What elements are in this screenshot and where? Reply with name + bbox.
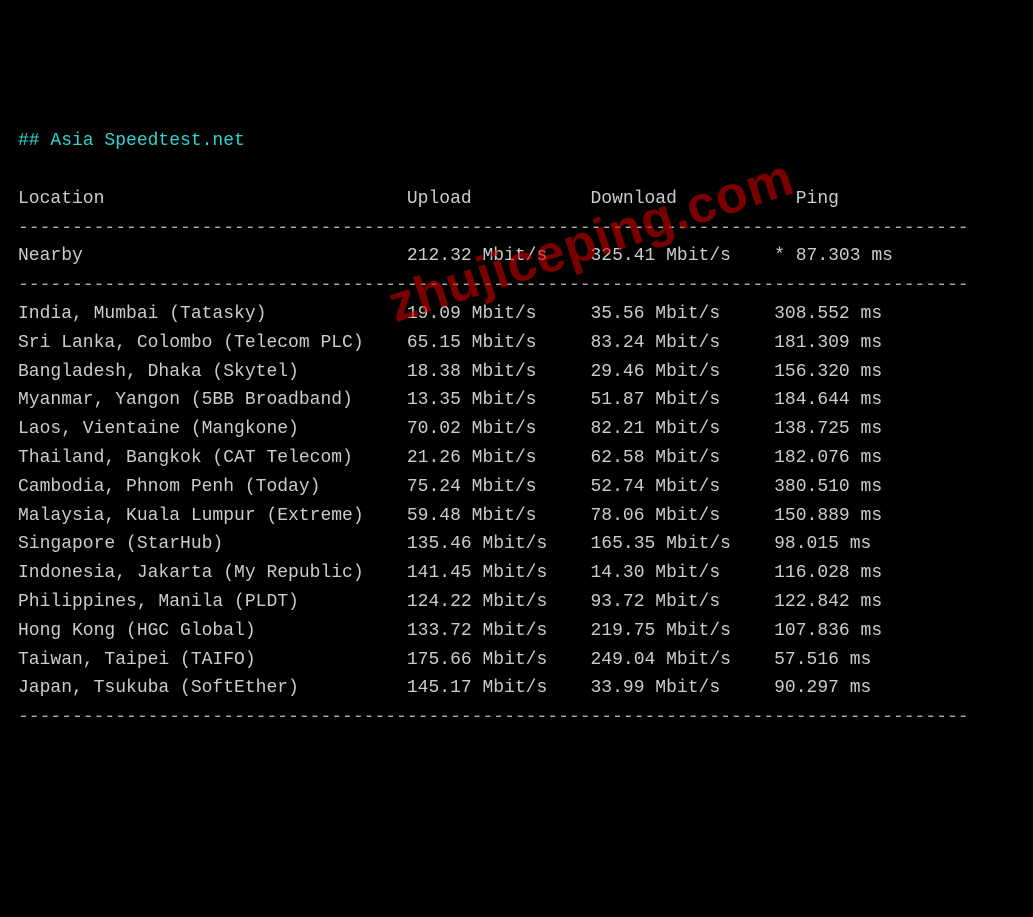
header-row: Location Upload Download Ping <box>18 189 839 209</box>
separator: ----------------------------------------… <box>18 275 969 295</box>
section-title: ## Asia Speedtest.net <box>18 131 245 151</box>
data-rows: India, Mumbai (Tatasky) 19.09 Mbit/s 35.… <box>18 304 882 698</box>
separator: ----------------------------------------… <box>18 707 969 727</box>
separator: ----------------------------------------… <box>18 218 969 238</box>
nearby-row: Nearby 212.32 Mbit/s 325.41 Mbit/s * 87.… <box>18 246 893 266</box>
